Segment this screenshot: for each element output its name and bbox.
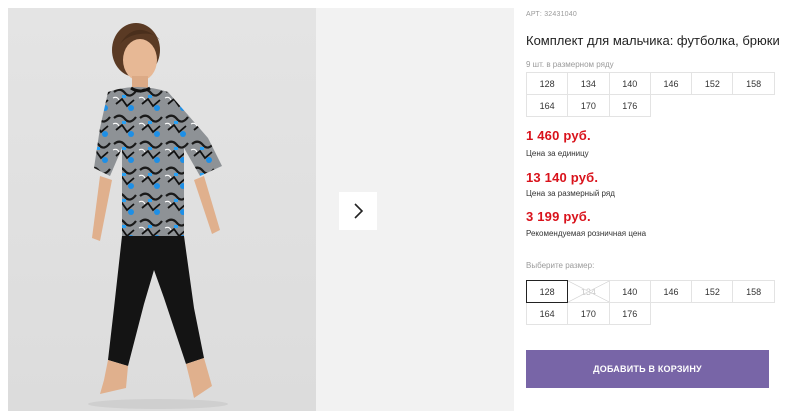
add-to-cart-button[interactable]: ДОБАВИТЬ В КОРЗИНУ <box>526 350 769 388</box>
product-title: Комплект для мальчика: футболка, брюки <box>526 33 780 48</box>
retail-price-label: Рекомендуемая розничная цена <box>526 229 647 238</box>
row-size-cell: 128 <box>526 72 569 95</box>
unit-price: 1 460 руб. <box>526 128 591 143</box>
row-size-cell: 164 <box>526 94 569 117</box>
row-size-cell: 152 <box>691 72 734 95</box>
size-option-128[interactable]: 128 <box>526 280 569 303</box>
choose-size-label: Выберите размер: <box>526 261 595 270</box>
row-size-cell: 140 <box>608 72 651 95</box>
next-image-button[interactable] <box>339 192 377 230</box>
boy-in-pajama-image <box>88 23 228 409</box>
size-option-176[interactable]: 176 <box>608 302 651 325</box>
row-size-cell: 134 <box>567 72 610 95</box>
row-pack-label: 9 шт. в размерном ряду <box>526 60 614 69</box>
size-option-146[interactable]: 146 <box>649 280 693 303</box>
row-price-label: Цена за размерный ряд <box>526 189 615 198</box>
retail-price: 3 199 руб. <box>526 209 591 224</box>
row-price: 13 140 руб. <box>526 170 599 185</box>
article-number: АРТ: 32431040 <box>526 11 577 18</box>
size-option-158[interactable]: 158 <box>732 280 775 303</box>
size-selector: 128 134 140 146 152 158 164 170 176 <box>526 280 775 325</box>
size-option-152[interactable]: 152 <box>691 280 734 303</box>
row-pack-sizes: 128 134 140 146 152 158 164 170 176 <box>526 72 775 117</box>
row-size-cell: 158 <box>732 72 775 95</box>
size-option-134-unavailable: 134 <box>567 280 610 303</box>
size-option-170[interactable]: 170 <box>567 302 610 325</box>
row-size-cell: 146 <box>649 72 693 95</box>
product-photo[interactable] <box>8 8 316 411</box>
row-size-cell: 176 <box>608 94 651 117</box>
unit-price-label: Цена за единицу <box>526 149 589 158</box>
size-option-164[interactable]: 164 <box>526 302 569 325</box>
row-size-cell: 170 <box>567 94 610 117</box>
chevron-right-icon <box>354 203 364 219</box>
size-option-140[interactable]: 140 <box>608 280 651 303</box>
product-gallery <box>8 8 514 411</box>
